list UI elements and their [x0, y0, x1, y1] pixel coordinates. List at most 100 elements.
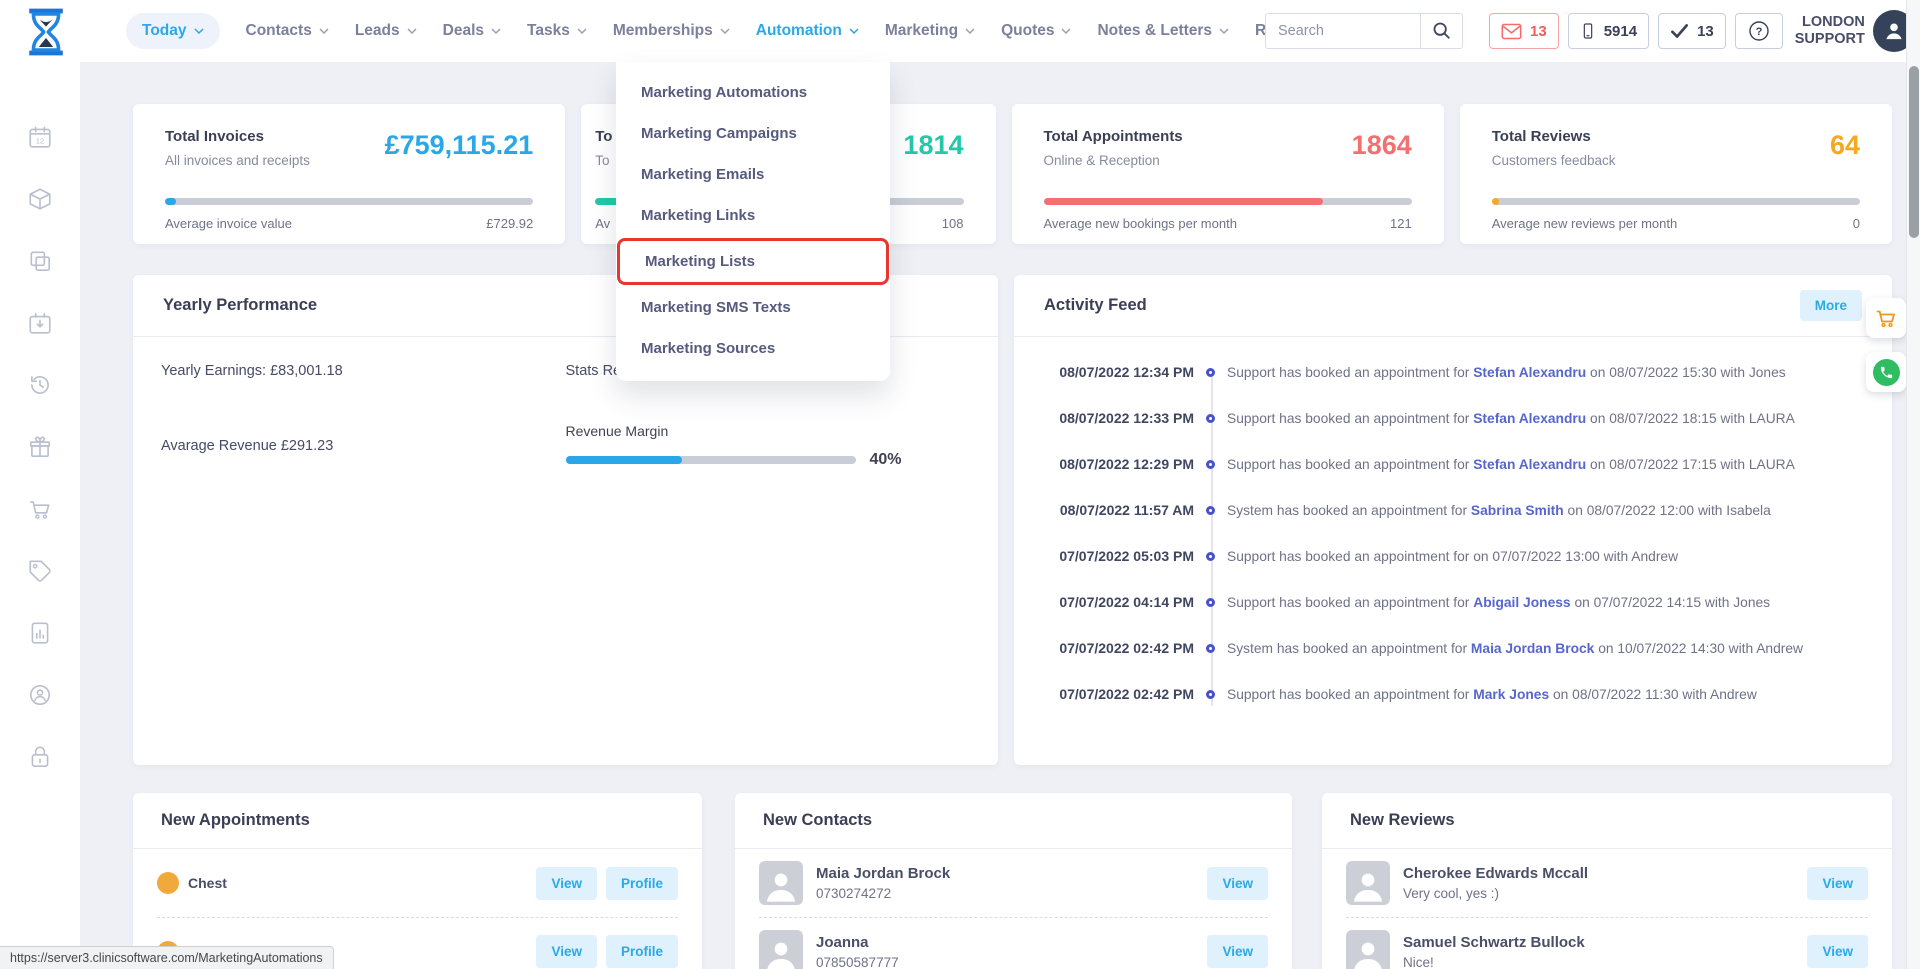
reviewer-name: Samuel Schwartz Bullock [1403, 934, 1585, 951]
contact-name: Maia Jordan Brock [816, 865, 950, 882]
nav-item-tasks[interactable]: Tasks [527, 22, 587, 40]
calendar-download-icon[interactable] [27, 310, 53, 336]
page-scrollbar[interactable] [1906, 0, 1920, 969]
menu-item-marketing-links[interactable]: Marketing Links [616, 195, 890, 236]
help-button[interactable]: ? [1735, 13, 1783, 49]
more-button[interactable]: More [1800, 290, 1862, 321]
cart-icon[interactable] [27, 496, 53, 522]
appointment-row: Chest View Profile [157, 849, 678, 917]
nav-item-notes-letters[interactable]: Notes & Letters [1097, 22, 1229, 40]
feed-item: 08/07/2022 11:57 AM System has booked an… [1044, 487, 1868, 533]
revenue-margin-track [566, 456, 856, 464]
nav-item-today[interactable]: Today [126, 13, 220, 49]
review-comment: Very cool, yes :) [1403, 886, 1588, 901]
profile-button[interactable]: Profile [606, 935, 678, 968]
nav-item-automation[interactable]: Automation [756, 22, 859, 40]
review-comment: Nice! [1403, 955, 1585, 969]
location-label: LONDON SUPPORT [1795, 14, 1865, 48]
history-icon[interactable] [27, 372, 53, 398]
question-icon: ? [1747, 19, 1771, 43]
activity-feed-panel: Activity Feed More 08/07/2022 12:34 PM S… [1014, 275, 1892, 765]
top-header: Today Contacts Leads Deals Tasks Members… [0, 0, 1906, 62]
search-input[interactable] [1266, 14, 1420, 48]
revenue-margin-percent: 40% [870, 451, 902, 469]
nav-item-memberships[interactable]: Memberships [613, 22, 730, 40]
copy-icon[interactable] [27, 248, 53, 274]
feed-item: 08/07/2022 12:34 PM Support has booked a… [1044, 349, 1868, 395]
view-button[interactable]: View [1207, 867, 1268, 900]
contact-link[interactable]: Stefan Alexandru [1473, 365, 1586, 380]
svg-text:12: 12 [36, 137, 44, 146]
feed-timestamp: 08/07/2022 11:57 AM [1044, 502, 1194, 518]
menu-item-marketing-automations[interactable]: Marketing Automations [616, 72, 890, 113]
feed-item: 08/07/2022 12:33 PM Support has booked a… [1044, 395, 1868, 441]
nav-item-leads[interactable]: Leads [355, 22, 417, 40]
stat-subtitle: Customers feedback [1492, 153, 1860, 168]
chevron-down-icon [1061, 28, 1071, 34]
phone-icon [1879, 365, 1894, 380]
lock-icon[interactable] [27, 744, 53, 770]
feed-bullet-icon [1206, 368, 1215, 377]
location-line-2: SUPPORT [1795, 31, 1865, 48]
phone-count: 5914 [1604, 23, 1637, 40]
profile-button[interactable]: Profile [606, 867, 678, 900]
feed-timestamp: 08/07/2022 12:34 PM [1044, 364, 1194, 380]
package-icon[interactable] [27, 186, 53, 212]
mail-count: 13 [1530, 23, 1547, 40]
contact-name: Joanna [816, 934, 899, 951]
tag-icon[interactable] [27, 558, 53, 584]
location-line-1: LONDON [1795, 14, 1865, 31]
stat-bottom-value: £729.92 [486, 216, 533, 231]
menu-item-marketing-emails[interactable]: Marketing Emails [616, 154, 890, 195]
view-button[interactable]: View [1807, 867, 1868, 900]
nav-item-deals[interactable]: Deals [443, 22, 501, 40]
scrollbar-thumb[interactable] [1909, 66, 1919, 238]
contact-link[interactable]: Sabrina Smith [1471, 503, 1564, 518]
feed-bullet-icon [1206, 506, 1215, 515]
stat-value: 1814 [903, 130, 963, 161]
contact-avatar [759, 930, 803, 969]
left-sidebar: 12 [0, 62, 80, 969]
view-button[interactable]: View [1207, 935, 1268, 968]
nav-item-quotes[interactable]: Quotes [1001, 22, 1071, 40]
tasks-done-button[interactable]: 13 [1658, 13, 1726, 49]
search-button[interactable] [1420, 14, 1462, 48]
menu-item-marketing-lists[interactable]: Marketing Lists [617, 238, 889, 285]
stat-value: 1864 [1352, 130, 1412, 161]
reviewer-name: Cherokee Edwards Mccall [1403, 865, 1588, 882]
contact-link[interactable]: Maia Jordan Brock [1471, 641, 1594, 656]
menu-item-marketing-campaigns[interactable]: Marketing Campaigns [616, 113, 890, 154]
floating-cart-button[interactable] [1866, 298, 1906, 338]
calendar-icon[interactable]: 12 [27, 124, 53, 150]
view-button[interactable]: View [1807, 935, 1868, 968]
menu-item-marketing-sms-texts[interactable]: Marketing SMS Texts [616, 287, 890, 328]
appointment-name: Chest [188, 875, 227, 891]
phone-notifications-button[interactable]: 5914 [1568, 13, 1649, 49]
contact-avatar [759, 861, 803, 905]
contact-link[interactable]: Stefan Alexandru [1473, 411, 1586, 426]
stat-bottom-label: Average new reviews per month [1492, 216, 1677, 231]
panel-title: Yearly Performance [163, 296, 317, 315]
person-silhouette-icon [761, 934, 801, 969]
view-button[interactable]: View [536, 867, 597, 900]
stat-bottom-label: Av [595, 216, 610, 231]
contact-link[interactable]: Mark Jones [1473, 687, 1549, 702]
nav-item-marketing[interactable]: Marketing [885, 22, 975, 40]
contact-phone: 0730274272 [816, 886, 950, 901]
link-status-bubble: https://server3.clinicsoftware.com/Marke… [0, 946, 334, 969]
mail-notifications-button[interactable]: 13 [1489, 13, 1559, 49]
contact-link[interactable]: Abigail Joness [1473, 595, 1570, 610]
yearly-earnings: Yearly Earnings: £83,001.18 [161, 363, 566, 379]
view-button[interactable]: View [536, 935, 597, 968]
floating-phone-button[interactable] [1866, 352, 1906, 392]
contact-link[interactable]: Stefan Alexandru [1473, 457, 1586, 472]
report-icon[interactable] [27, 620, 53, 646]
menu-item-marketing-sources[interactable]: Marketing Sources [616, 328, 890, 369]
stat-bottom-value: 108 [942, 216, 964, 231]
revenue-margin-label: Revenue Margin [566, 423, 971, 439]
account-sync-icon[interactable] [27, 682, 53, 708]
nav-item-contacts[interactable]: Contacts [246, 22, 329, 40]
activity-feed-list: 08/07/2022 12:34 PM Support has booked a… [1014, 337, 1892, 717]
gift-icon[interactable] [27, 434, 53, 460]
app-logo-hourglass-icon[interactable] [24, 8, 68, 56]
